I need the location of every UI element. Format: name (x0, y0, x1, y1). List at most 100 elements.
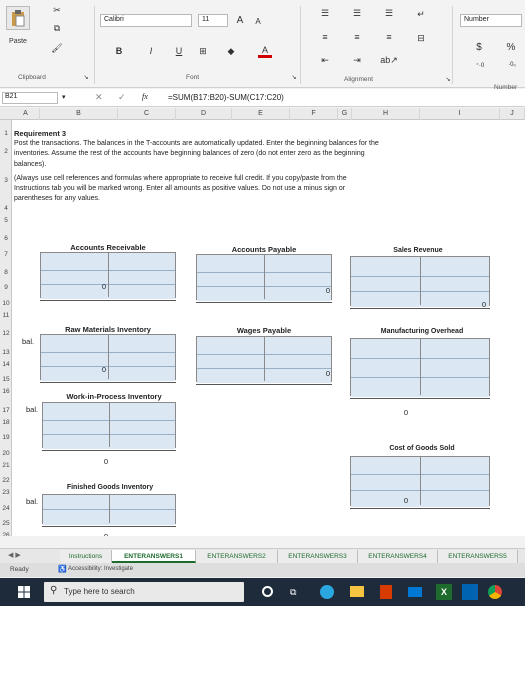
t-account-cogs[interactable] (350, 456, 490, 507)
row-header[interactable]: 2 (0, 148, 12, 155)
paste-button[interactable]: Paste (6, 36, 30, 46)
t-account-raw-materials[interactable] (40, 334, 176, 381)
row-header[interactable]: 18 (0, 419, 12, 426)
task-view-icon[interactable]: ⧉ (290, 587, 296, 598)
row-header[interactable]: 6 (0, 235, 12, 242)
t-account-wages-payable[interactable] (196, 336, 332, 383)
row-header[interactable]: 26 (0, 532, 12, 536)
accessibility-status[interactable]: Accessibility: Investigate (68, 566, 133, 572)
sheet-tab[interactable]: ENTERANSWERS2 (196, 550, 278, 563)
row-header[interactable]: 22 (0, 477, 12, 484)
column-header-a[interactable]: A (12, 108, 40, 120)
underline-button[interactable]: U (172, 44, 186, 58)
t-account-accounts-payable[interactable] (196, 254, 332, 301)
wrap-text-icon[interactable]: ↵ (414, 8, 428, 20)
name-box[interactable]: B21 (2, 92, 58, 104)
row-header[interactable]: 8 (0, 269, 12, 276)
row-header[interactable]: 17 (0, 407, 12, 414)
cut-icon[interactable]: ✂ (50, 4, 64, 16)
column-header-f[interactable]: F (290, 108, 338, 120)
row-header[interactable]: 3 (0, 177, 12, 184)
office-icon[interactable] (380, 585, 392, 599)
sheet-tab[interactable]: Instructions (60, 550, 112, 563)
clipboard-launcher-icon[interactable]: ↘ (82, 73, 90, 81)
borders-icon[interactable]: ⊞ (194, 44, 212, 58)
sheet-tab[interactable]: ENTERANSWERS5 (438, 550, 518, 563)
column-header-b[interactable]: B (40, 108, 118, 120)
file-explorer-icon[interactable] (350, 586, 364, 597)
column-header-j[interactable]: J (500, 108, 525, 120)
font-color-button[interactable]: A (258, 44, 272, 58)
row-header[interactable]: 12 (0, 330, 12, 337)
edge-icon[interactable] (320, 585, 334, 599)
taskbar-search-box[interactable]: ⚲ Type here to search (44, 582, 244, 602)
row-header[interactable]: 13 (0, 349, 12, 356)
row-header[interactable]: 25 (0, 520, 12, 527)
enter-icon[interactable]: ✓ (118, 92, 126, 103)
bold-button[interactable]: B (112, 44, 126, 58)
grow-font-button[interactable]: A (234, 14, 246, 27)
font-size-select[interactable]: 11 (198, 14, 228, 27)
align-top-icon[interactable]: ☰ (318, 6, 332, 20)
row-header[interactable]: 20 (0, 450, 12, 457)
merge-center-icon[interactable]: ⊟ (414, 32, 428, 44)
row-header[interactable]: 7 (0, 251, 12, 258)
alignment-launcher-icon[interactable]: ↘ (444, 75, 452, 83)
orientation-icon[interactable]: ab↗ (380, 54, 398, 66)
increase-indent-icon[interactable]: ⇥ (350, 54, 364, 66)
row-header[interactable]: 16 (0, 388, 12, 395)
row-header[interactable]: 9 (0, 284, 12, 291)
t-account-finished-goods[interactable] (42, 494, 176, 525)
increase-decimal-icon[interactable]: ⁺·0 (472, 60, 488, 70)
align-right-icon[interactable]: ≡ (382, 30, 396, 44)
row-header[interactable]: 21 (0, 462, 12, 469)
formula-input[interactable]: =SUM(B17:B20)-SUM(C17:C20) (168, 93, 284, 102)
t-account-manufacturing-overhead[interactable] (350, 338, 490, 397)
column-header-d[interactable]: D (176, 108, 232, 120)
percent-button[interactable]: % (504, 40, 518, 54)
font-launcher-icon[interactable]: ↘ (290, 73, 298, 81)
column-header-g[interactable]: G (338, 108, 352, 120)
row-header[interactable]: 4 (0, 205, 12, 212)
row-header[interactable]: 1 (0, 130, 12, 137)
shrink-font-button[interactable]: A (252, 16, 264, 27)
column-header-e[interactable]: E (232, 108, 290, 120)
format-painter-icon[interactable]: 🖌 (50, 42, 64, 54)
excel-icon[interactable]: X (436, 584, 452, 600)
t-account-sales-revenue[interactable] (350, 256, 490, 307)
fill-color-icon[interactable]: ◆ (222, 44, 240, 58)
t-account-accounts-receivable[interactable] (40, 252, 176, 299)
cortana-icon[interactable] (262, 586, 273, 597)
column-header-c[interactable]: C (118, 108, 176, 120)
row-header[interactable]: 15 (0, 376, 12, 383)
row-header[interactable]: 14 (0, 361, 12, 368)
column-header-i[interactable]: I (420, 108, 500, 120)
chrome-icon[interactable] (488, 585, 502, 599)
align-bottom-icon[interactable]: ☰ (382, 6, 396, 20)
sheet-tab[interactable]: ENTERANSWERS3 (278, 550, 358, 563)
align-middle-icon[interactable]: ☰ (350, 6, 364, 20)
align-center-icon[interactable]: ≡ (350, 30, 364, 44)
decrease-decimal-icon[interactable]: ·0₀ (504, 60, 520, 70)
row-header[interactable]: 5 (0, 217, 12, 224)
cancel-icon[interactable]: ✕ (95, 92, 103, 103)
row-header[interactable]: 23 (0, 489, 12, 496)
row-header[interactable]: 19 (0, 434, 12, 441)
decrease-indent-icon[interactable]: ⇤ (318, 54, 332, 66)
windows-start-icon[interactable] (18, 586, 30, 598)
photo-icon[interactable] (462, 584, 478, 600)
row-header[interactable]: 24 (0, 505, 12, 512)
sheet-tab[interactable]: ENTERANSWERS4 (358, 550, 438, 563)
column-header-h[interactable]: H (352, 108, 420, 120)
row-header[interactable]: 10 (0, 300, 12, 307)
worksheet-grid[interactable]: ABCDEFGHIJ 1 2 3 4 5 6 7 8 9 10 11 12 13 14 15 16 17 18 19… (0, 108, 525, 536)
name-box-dropdown-icon[interactable]: ▾ (62, 93, 66, 101)
t-account-wip[interactable] (42, 402, 176, 449)
mail-icon[interactable] (408, 587, 422, 597)
align-left-icon[interactable]: ≡ (318, 30, 332, 44)
italic-button[interactable]: I (144, 44, 158, 58)
font-name-select[interactable]: Calibri (100, 14, 192, 27)
currency-button[interactable]: $ (472, 40, 486, 54)
paste-icon[interactable] (6, 6, 30, 30)
insert-function-icon[interactable]: fx (142, 92, 148, 101)
